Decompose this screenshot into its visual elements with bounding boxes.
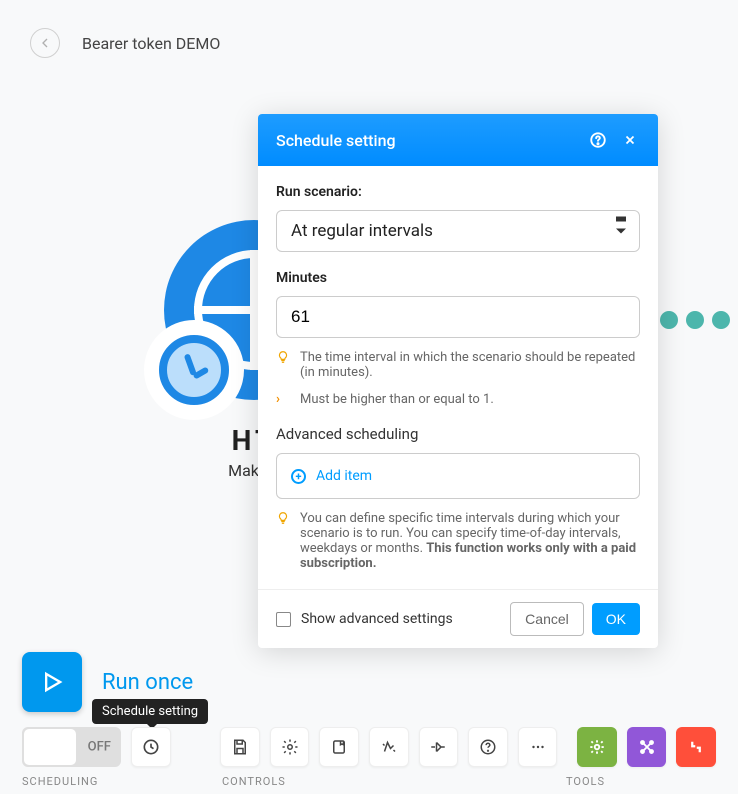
explain-flow-button[interactable] — [419, 727, 459, 767]
scheduling-toggle[interactable]: OFF — [22, 727, 121, 767]
more-button[interactable] — [518, 727, 558, 767]
show-advanced-label: Show advanced settings — [301, 611, 510, 627]
minutes-input[interactable] — [276, 296, 640, 338]
settings-button[interactable] — [270, 727, 310, 767]
toggle-state: OFF — [88, 740, 111, 755]
tool-green-button[interactable] — [577, 727, 617, 767]
show-advanced-checkbox[interactable] — [276, 612, 291, 627]
cancel-button[interactable]: Cancel — [510, 602, 584, 636]
section-controls: CONTROLS — [222, 775, 566, 788]
clock-icon — [144, 320, 244, 420]
plus-icon: + — [291, 469, 306, 484]
constraint-text: Must be higher than or equal to 1. — [300, 392, 494, 407]
help-icon[interactable] — [588, 130, 608, 150]
connection-dots — [660, 311, 730, 329]
tool-purple-button[interactable] — [627, 727, 667, 767]
bulb-icon — [276, 350, 290, 368]
add-item-label: Add item — [316, 468, 372, 484]
save-button[interactable] — [220, 727, 260, 767]
section-tools: TOOLS — [566, 775, 716, 788]
auto-align-button[interactable] — [369, 727, 409, 767]
minutes-label: Minutes — [276, 270, 640, 286]
close-icon[interactable] — [620, 130, 640, 150]
advanced-hint: You can define specific time intervals d… — [300, 511, 640, 571]
run-label[interactable]: Run once — [102, 670, 193, 695]
schedule-modal: Schedule setting Run scenario: At regula… — [258, 114, 658, 648]
ok-button[interactable]: OK — [592, 603, 640, 635]
chevron-icon: › — [276, 392, 290, 407]
modal-title: Schedule setting — [276, 131, 576, 150]
run-scenario-label: Run scenario: — [276, 184, 640, 200]
add-item-button[interactable]: + Add item — [276, 453, 640, 499]
schedule-settings-button[interactable] — [131, 727, 171, 767]
help-button[interactable] — [468, 727, 508, 767]
notes-button[interactable] — [319, 727, 359, 767]
run-button[interactable] — [22, 652, 82, 712]
section-scheduling: SCHEDULING — [22, 775, 222, 788]
advanced-scheduling-label: Advanced scheduling — [276, 425, 640, 443]
bulb-icon — [276, 511, 290, 529]
interval-hint: The time interval in which the scenario … — [300, 350, 640, 380]
run-scenario-select[interactable]: At regular intervals — [276, 210, 640, 252]
tool-red-button[interactable] — [676, 727, 716, 767]
